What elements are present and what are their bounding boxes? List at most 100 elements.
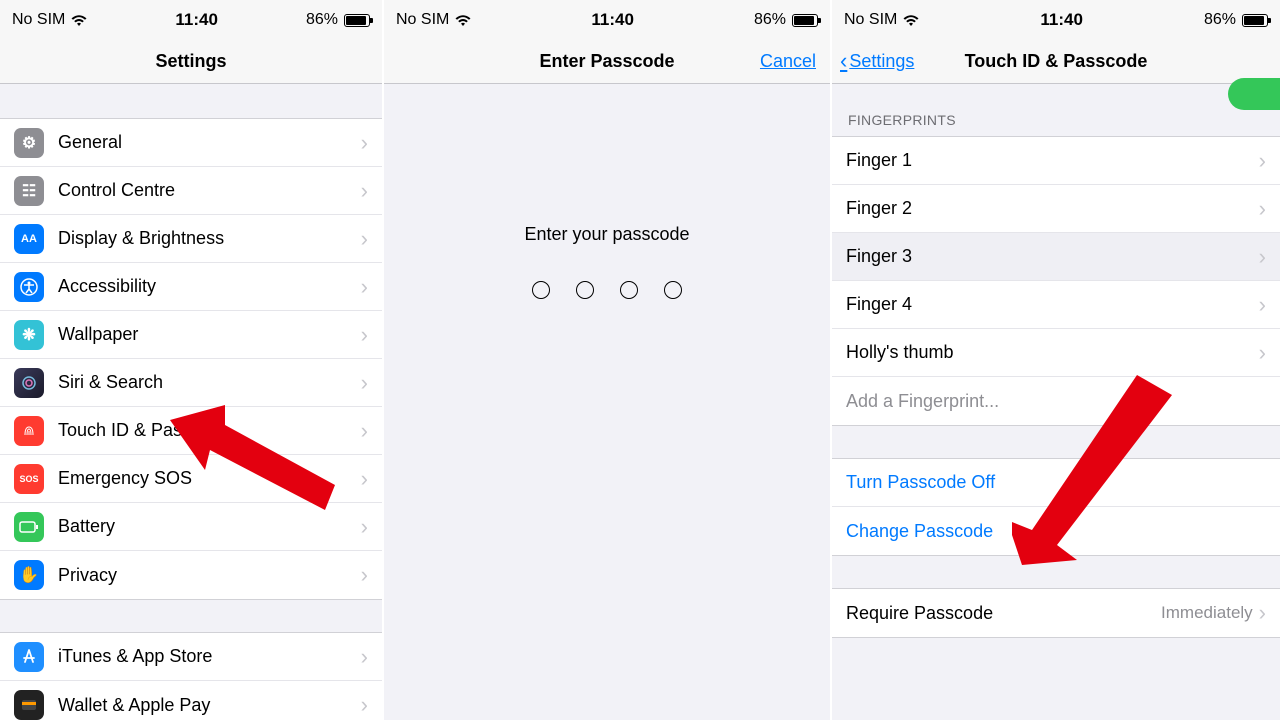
fingerprint-icon: [14, 416, 44, 446]
status-bar: No SIM 11:40 86%: [0, 0, 382, 40]
fingerprint-row[interactable]: Finger 1 ›: [832, 137, 1280, 185]
chevron-right-icon: ›: [361, 370, 368, 396]
chevron-right-icon: ›: [361, 644, 368, 670]
row-value: Immediately: [1161, 603, 1253, 623]
passcode-dots[interactable]: [384, 281, 830, 299]
enter-passcode-screen: No SIM 11:40 86% Enter Passcode Cancel E…: [384, 0, 832, 720]
row-label: Wallet & Apple Pay: [58, 695, 361, 716]
row-emergency-sos[interactable]: SOS Emergency SOS ›: [0, 455, 382, 503]
row-label: Finger 2: [846, 198, 1259, 219]
require-passcode-list: Require Passcode Immediately ›: [832, 588, 1280, 638]
passcode-dot: [576, 281, 594, 299]
passcode-actions-list: Turn Passcode Off Change Passcode: [832, 458, 1280, 556]
toggle-switch[interactable]: [1228, 78, 1280, 110]
carrier-label: No SIM: [844, 11, 897, 29]
row-label: Add a Fingerprint...: [846, 391, 1266, 412]
row-control-centre[interactable]: ☷ Control Centre ›: [0, 167, 382, 215]
row-label: Turn Passcode Off: [846, 472, 1266, 493]
fingerprints-list: Finger 1 › Finger 2 › Finger 3 › Finger …: [832, 136, 1280, 426]
accessibility-icon: [14, 272, 44, 302]
row-siri-search[interactable]: Siri & Search ›: [0, 359, 382, 407]
fingerprint-row[interactable]: Finger 2 ›: [832, 185, 1280, 233]
row-general[interactable]: ⚙ General ›: [0, 119, 382, 167]
row-label: Emergency SOS: [58, 468, 361, 489]
battery-settings-icon: [14, 512, 44, 542]
fingerprints-header: FINGERPRINTS: [832, 84, 1280, 136]
passcode-dot: [664, 281, 682, 299]
chevron-right-icon: ›: [361, 514, 368, 540]
row-wallpaper[interactable]: ❋ Wallpaper ›: [0, 311, 382, 359]
chevron-right-icon: ›: [1259, 148, 1266, 174]
wallet-icon: [14, 690, 44, 720]
nav-title: Enter Passcode: [539, 51, 674, 72]
chevron-right-icon: ›: [1259, 600, 1266, 626]
back-label: Settings: [849, 51, 914, 72]
settings-list: ⚙ General › ☷ Control Centre › AA Displa…: [0, 118, 382, 600]
battery-icon: [792, 14, 818, 27]
row-label: Finger 1: [846, 150, 1259, 171]
carrier-label: No SIM: [12, 11, 65, 29]
chevron-right-icon: ›: [361, 466, 368, 492]
chevron-right-icon: ›: [361, 274, 368, 300]
row-touch-id-passcode[interactable]: Touch ID & Passcode ›: [0, 407, 382, 455]
chevron-right-icon: ›: [1259, 292, 1266, 318]
chevron-right-icon: ›: [361, 562, 368, 588]
appstore-icon: [14, 642, 44, 672]
nav-title: Settings: [155, 51, 226, 72]
gear-icon: ⚙: [14, 128, 44, 158]
change-passcode-row[interactable]: Change Passcode: [832, 507, 1280, 555]
row-label: Wallpaper: [58, 324, 361, 345]
back-button[interactable]: ‹ Settings: [840, 49, 914, 75]
settings-screen: No SIM 11:40 86% Settings ⚙ General › ☷: [0, 0, 384, 720]
battery-pct-label: 86%: [754, 11, 786, 29]
chevron-right-icon: ›: [361, 130, 368, 156]
row-label: iTunes & App Store: [58, 646, 361, 667]
nav-title: Touch ID & Passcode: [965, 51, 1148, 72]
row-label: Touch ID & Passcode: [58, 420, 361, 441]
row-display-brightness[interactable]: AA Display & Brightness ›: [0, 215, 382, 263]
require-passcode-row[interactable]: Require Passcode Immediately ›: [832, 589, 1280, 637]
chevron-right-icon: ›: [361, 692, 368, 718]
row-privacy[interactable]: ✋ Privacy ›: [0, 551, 382, 599]
status-bar: No SIM 11:40 86%: [832, 0, 1280, 40]
row-wallet-applepay[interactable]: Wallet & Apple Pay ›: [0, 681, 382, 720]
privacy-hand-icon: ✋: [14, 560, 44, 590]
wifi-icon: [903, 14, 919, 26]
wifi-icon: [455, 14, 471, 26]
row-label: Finger 4: [846, 294, 1259, 315]
nav-bar: ‹ Settings Touch ID & Passcode: [832, 40, 1280, 84]
chevron-right-icon: ›: [361, 178, 368, 204]
row-label: General: [58, 132, 361, 153]
sos-icon: SOS: [14, 464, 44, 494]
battery-pct-label: 86%: [1204, 11, 1236, 29]
time-label: 11:40: [175, 10, 218, 30]
row-label: Privacy: [58, 565, 361, 586]
battery-pct-label: 86%: [306, 11, 338, 29]
fingerprint-row[interactable]: Finger 3 ›: [832, 233, 1280, 281]
row-battery[interactable]: Battery ›: [0, 503, 382, 551]
wifi-icon: [71, 14, 87, 26]
row-label: Holly's thumb: [846, 342, 1259, 363]
status-bar: No SIM 11:40 86%: [384, 0, 830, 40]
fingerprint-row[interactable]: Holly's thumb ›: [832, 329, 1280, 377]
turn-passcode-off-row[interactable]: Turn Passcode Off: [832, 459, 1280, 507]
settings-list-2: iTunes & App Store › Wallet & Apple Pay …: [0, 632, 382, 720]
cancel-button[interactable]: Cancel: [760, 51, 816, 72]
row-accessibility[interactable]: Accessibility ›: [0, 263, 382, 311]
row-label: Siri & Search: [58, 372, 361, 393]
fingerprint-row[interactable]: Finger 4 ›: [832, 281, 1280, 329]
nav-bar: Enter Passcode Cancel: [384, 40, 830, 84]
row-label: Battery: [58, 516, 361, 537]
row-label: Change Passcode: [846, 521, 1266, 542]
row-itunes-appstore[interactable]: iTunes & App Store ›: [0, 633, 382, 681]
chevron-right-icon: ›: [361, 322, 368, 348]
row-label: Accessibility: [58, 276, 361, 297]
chevron-right-icon: ›: [1259, 340, 1266, 366]
add-fingerprint-row[interactable]: Add a Fingerprint...: [832, 377, 1280, 425]
chevron-right-icon: ›: [361, 418, 368, 444]
row-label: Finger 3: [846, 246, 1259, 267]
chevron-right-icon: ›: [1259, 244, 1266, 270]
row-label: Require Passcode: [846, 603, 1161, 624]
chevron-left-icon: ‹: [840, 48, 847, 74]
chevron-right-icon: ›: [361, 226, 368, 252]
